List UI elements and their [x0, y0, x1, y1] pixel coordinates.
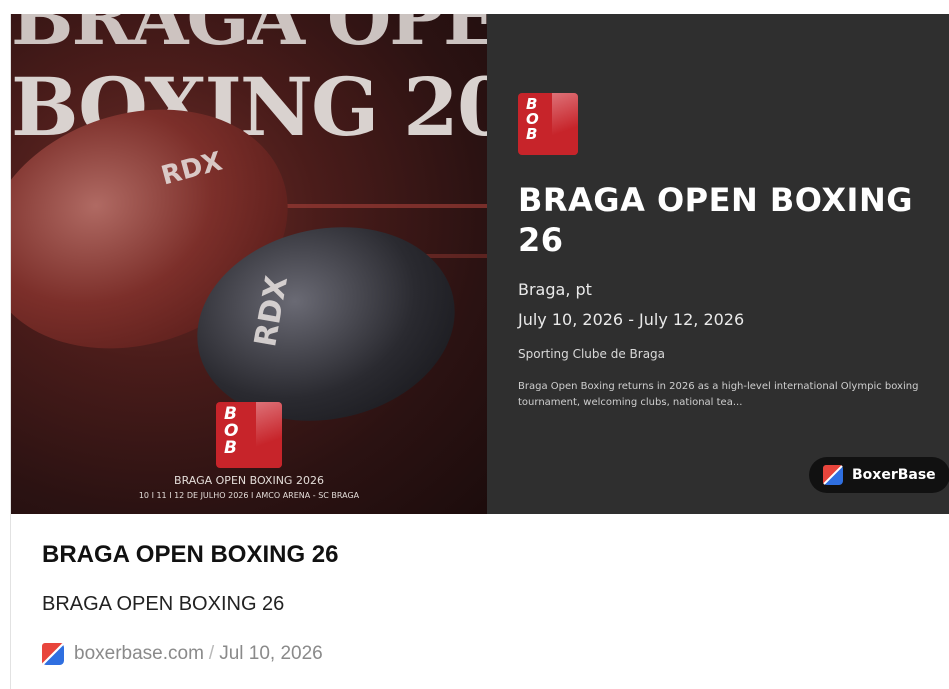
poster-caption-details: 10 I 11 I 12 DE JULHO 2026 I AMCO ARENA …: [138, 491, 360, 500]
fighter-silhouette-icon: [552, 93, 578, 155]
boxerbase-logo-icon: [823, 465, 843, 485]
event-dates: July 10, 2026 - July 12, 2026: [518, 310, 745, 329]
poster-title-line1: BRAGA OPEN: [11, 14, 487, 62]
source-separator: /: [208, 643, 215, 664]
bob-logo: B O B: [518, 93, 578, 155]
boxerbase-favicon-icon: [42, 643, 64, 665]
boxerbase-badge[interactable]: BoxerBase: [809, 457, 949, 493]
preview-source: boxerbase.com / Jul 10, 2026: [42, 643, 323, 665]
bob-logo: B O B: [216, 402, 282, 468]
preview-subtitle: BRAGA OPEN BOXING 26: [42, 593, 285, 615]
poster-caption: BRAGA OPEN BOXING 2026: [174, 474, 324, 487]
event-description: Braga Open Boxing returns in 2026 as a h…: [518, 381, 919, 408]
fighter-silhouette-icon: [256, 402, 282, 468]
event-poster: BRAGA OPEN BOXING 2026 RDX RDX B O B BRA…: [11, 14, 487, 514]
bob-logo-letters: B O B: [526, 95, 539, 143]
event-title: BRAGA OPEN BOXING 26: [518, 181, 913, 259]
event-location: Braga, pt: [518, 280, 592, 299]
boxerbase-badge-label: BoxerBase: [852, 467, 936, 483]
source-date: Jul 10, 2026: [219, 643, 323, 664]
source-domain[interactable]: boxerbase.com: [74, 643, 204, 665]
event-venue: Sporting Clube de Braga: [518, 347, 666, 361]
event-info-panel: B O B BRAGA OPEN BOXING 26 Braga, pt Jul…: [487, 14, 949, 514]
preview-banner-image[interactable]: BRAGA OPEN BOXING 2026 RDX RDX B O B BRA…: [11, 14, 949, 514]
bob-logo-letters: B O B: [224, 404, 239, 458]
preview-title[interactable]: BRAGA OPEN BOXING 26: [42, 541, 339, 569]
link-preview-card[interactable]: BRAGA OPEN BOXING 2026 RDX RDX B O B BRA…: [10, 14, 949, 689]
